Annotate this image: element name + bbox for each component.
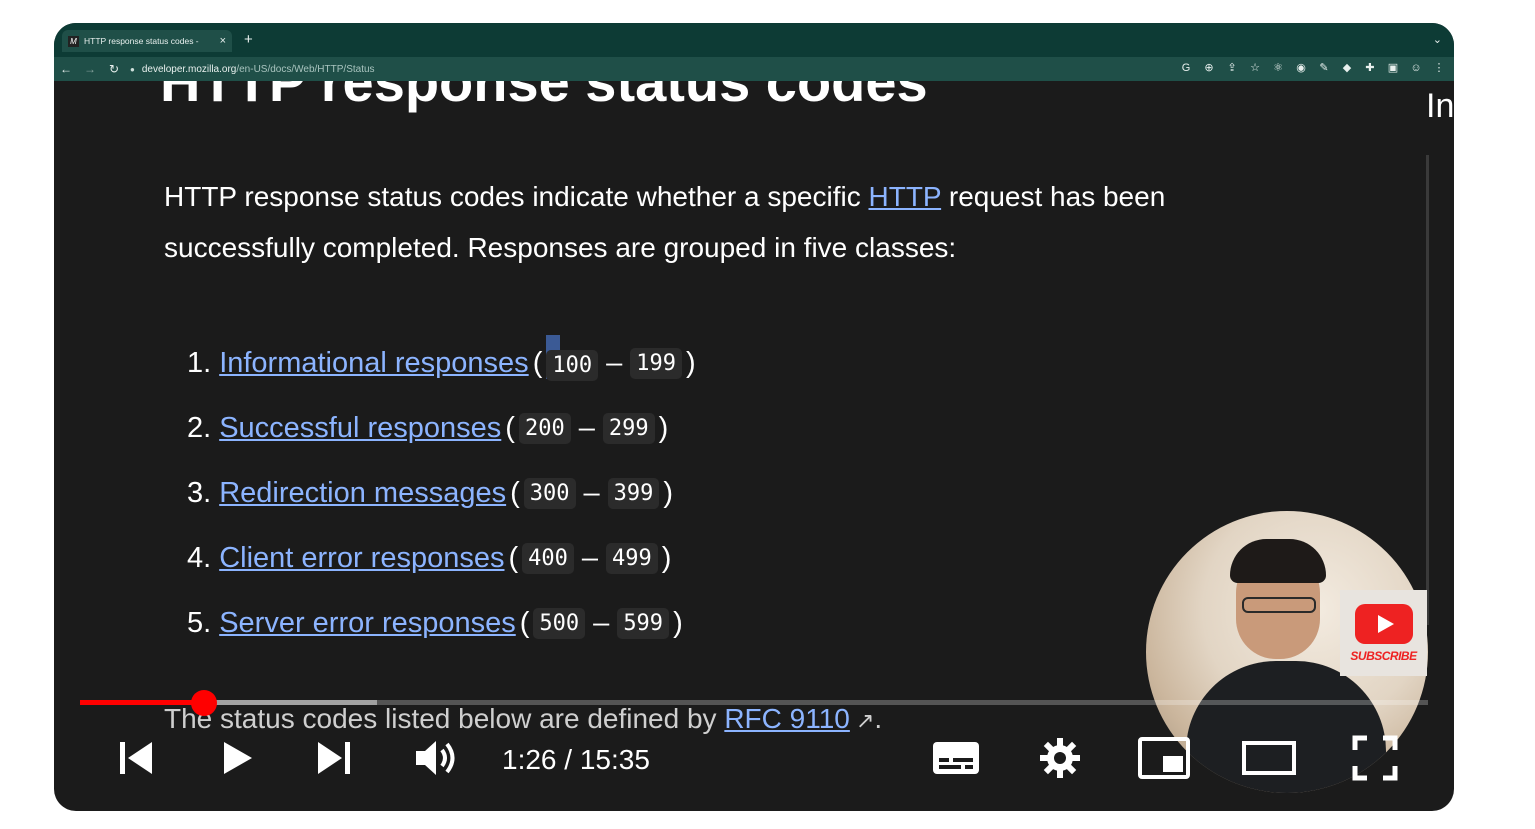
play-icon[interactable] (214, 728, 258, 788)
list-number: 2. (187, 412, 212, 444)
range-dash: – (593, 607, 610, 639)
range-dash: – (578, 412, 595, 444)
progress-scrubber[interactable] (191, 690, 218, 716)
close-paren: ) (663, 477, 674, 509)
progress-bar[interactable] (80, 700, 1428, 705)
extension-icons: G ⊕ ⇪ ☆ ⚛ ◉ ✎ ◆ ✚ ▣ ☺ ⋮ (1179, 61, 1446, 75)
range-dash: – (583, 477, 600, 509)
address-bar[interactable]: ● developer.mozilla.org/en-US/docs/Web/H… (130, 64, 375, 75)
list-number: 4. (187, 542, 212, 574)
fullscreen-icon[interactable] (1350, 728, 1400, 788)
next-icon[interactable] (312, 728, 356, 788)
close-paren: ) (661, 542, 672, 574)
browser-menu-icon[interactable]: ⋮ (1432, 61, 1446, 75)
extension-gem-icon[interactable]: ◆ (1340, 61, 1354, 75)
redirection-messages-link[interactable]: Redirection messages (219, 477, 506, 510)
presenter-glasses (1242, 597, 1316, 613)
extension-circle-icon[interactable]: ◉ (1294, 61, 1308, 75)
close-paren: ) (686, 347, 696, 379)
side-panel-icon[interactable]: ▣ (1386, 61, 1400, 75)
server-error-responses-link[interactable]: Server error responses (219, 607, 516, 640)
time-display: 1:26 / 15:35 (502, 744, 650, 775)
tab-search-icon[interactable]: ⌄ (1433, 33, 1442, 46)
bookmark-star-icon[interactable]: ☆ (1248, 61, 1262, 75)
video-player[interactable]: M HTTP response status codes - × + ⌄ ← →… (54, 23, 1454, 811)
client-error-responses-link[interactable]: Client error responses (219, 542, 504, 575)
url-domain: developer.mozilla.org (141, 63, 237, 75)
list-item: 5. Server error responses ( 500 – 599 ) (187, 591, 700, 656)
range-end-code: 399 (607, 478, 660, 509)
range-end-code: 599 (617, 608, 670, 639)
volume-icon[interactable] (412, 728, 462, 788)
open-paren: ( (532, 347, 543, 379)
reload-icon[interactable]: ↻ (102, 62, 126, 76)
list-item: 4. Client error responses ( 400 – 499 ) (187, 526, 700, 591)
range-start-code: 500 (533, 608, 586, 639)
previous-icon[interactable] (114, 728, 158, 788)
range-end-code: 499 (606, 543, 658, 574)
tab-title: HTTP response status codes - (84, 36, 199, 46)
list-item: 2. Successful responses ( 200 – 299 ) (187, 396, 700, 461)
theater-icon[interactable] (1240, 728, 1298, 788)
range-end-code: 199 (630, 348, 682, 379)
list-item: 3. Redirection messages ( 300 – 399 ) (187, 461, 700, 526)
presenter-hair (1230, 539, 1326, 583)
react-devtools-icon[interactable]: ⚛ (1271, 61, 1285, 75)
sidebar-scrollbar[interactable] (1426, 155, 1429, 625)
open-paren: ( (510, 477, 520, 509)
miniplayer-icon[interactable] (1136, 728, 1192, 788)
open-paren: ( (505, 412, 515, 444)
browser-tabbar: M HTTP response status codes - × + ⌄ (54, 23, 1454, 57)
captions-icon[interactable] (928, 728, 984, 788)
close-paren: ) (658, 412, 669, 444)
pen-icon[interactable]: ✎ (1317, 61, 1331, 75)
range-start-code: 400 (522, 543, 574, 574)
google-icon[interactable]: G (1179, 61, 1193, 75)
progress-played (80, 700, 205, 705)
range-end-code: 299 (602, 413, 655, 444)
status-class-list: 1. Informational responses ( 100 – 199 )… (187, 331, 700, 656)
list-number: 1. (187, 347, 212, 379)
subscribe-label: SUBSCRIBE (1350, 648, 1417, 663)
player-controls: 1:26 / 15:35 (54, 728, 1454, 788)
new-tab-button[interactable]: + (244, 32, 253, 48)
http-link[interactable]: HTTP (869, 181, 942, 212)
open-paren: ( (508, 542, 519, 574)
lock-icon: ● (130, 64, 135, 74)
open-paren: ( (519, 607, 530, 639)
extensions-puzzle-icon[interactable]: ✚ (1363, 61, 1377, 75)
list-item: 1. Informational responses ( 100 – 199 ) (187, 331, 700, 396)
range-dash: – (606, 347, 623, 379)
subscribe-button[interactable]: SUBSCRIBE (1340, 590, 1427, 676)
range-dash: – (581, 542, 599, 574)
list-number: 3. (187, 477, 212, 509)
sidebar-heading: In (1426, 87, 1454, 125)
tab-close-icon[interactable]: × (220, 35, 226, 47)
range-start-code: 200 (518, 413, 571, 444)
url-path: /en-US/docs/Web/HTTP/Status (236, 63, 375, 75)
share-icon[interactable]: ⇪ (1225, 61, 1239, 75)
page-title: HTTP response status codes (160, 81, 928, 113)
list-number: 5. (187, 607, 212, 639)
forward-icon[interactable]: → (78, 62, 102, 76)
zoom-icon[interactable]: ⊕ (1202, 61, 1216, 75)
back-icon[interactable]: ← (54, 62, 78, 76)
browser-tab[interactable]: M HTTP response status codes - × (62, 30, 232, 52)
successful-responses-link[interactable]: Successful responses (219, 412, 501, 445)
profile-avatar-icon[interactable]: ☺ (1409, 61, 1423, 75)
browser-toolbar: ← → ↻ ● developer.mozilla.org/en-US/docs… (54, 57, 1454, 81)
intro-paragraph: HTTP response status codes indicate whet… (164, 171, 1304, 273)
youtube-logo-icon (1354, 603, 1413, 644)
settings-icon[interactable] (1036, 728, 1084, 788)
range-start-code: 300 (523, 478, 576, 509)
range-start-code: 100 (546, 350, 599, 381)
close-paren: ) (673, 607, 683, 639)
intro-text-start: HTTP response status codes indicate whet… (164, 181, 869, 212)
informational-responses-link[interactable]: Informational responses (219, 347, 529, 380)
mdn-favicon-icon: M (68, 35, 79, 47)
